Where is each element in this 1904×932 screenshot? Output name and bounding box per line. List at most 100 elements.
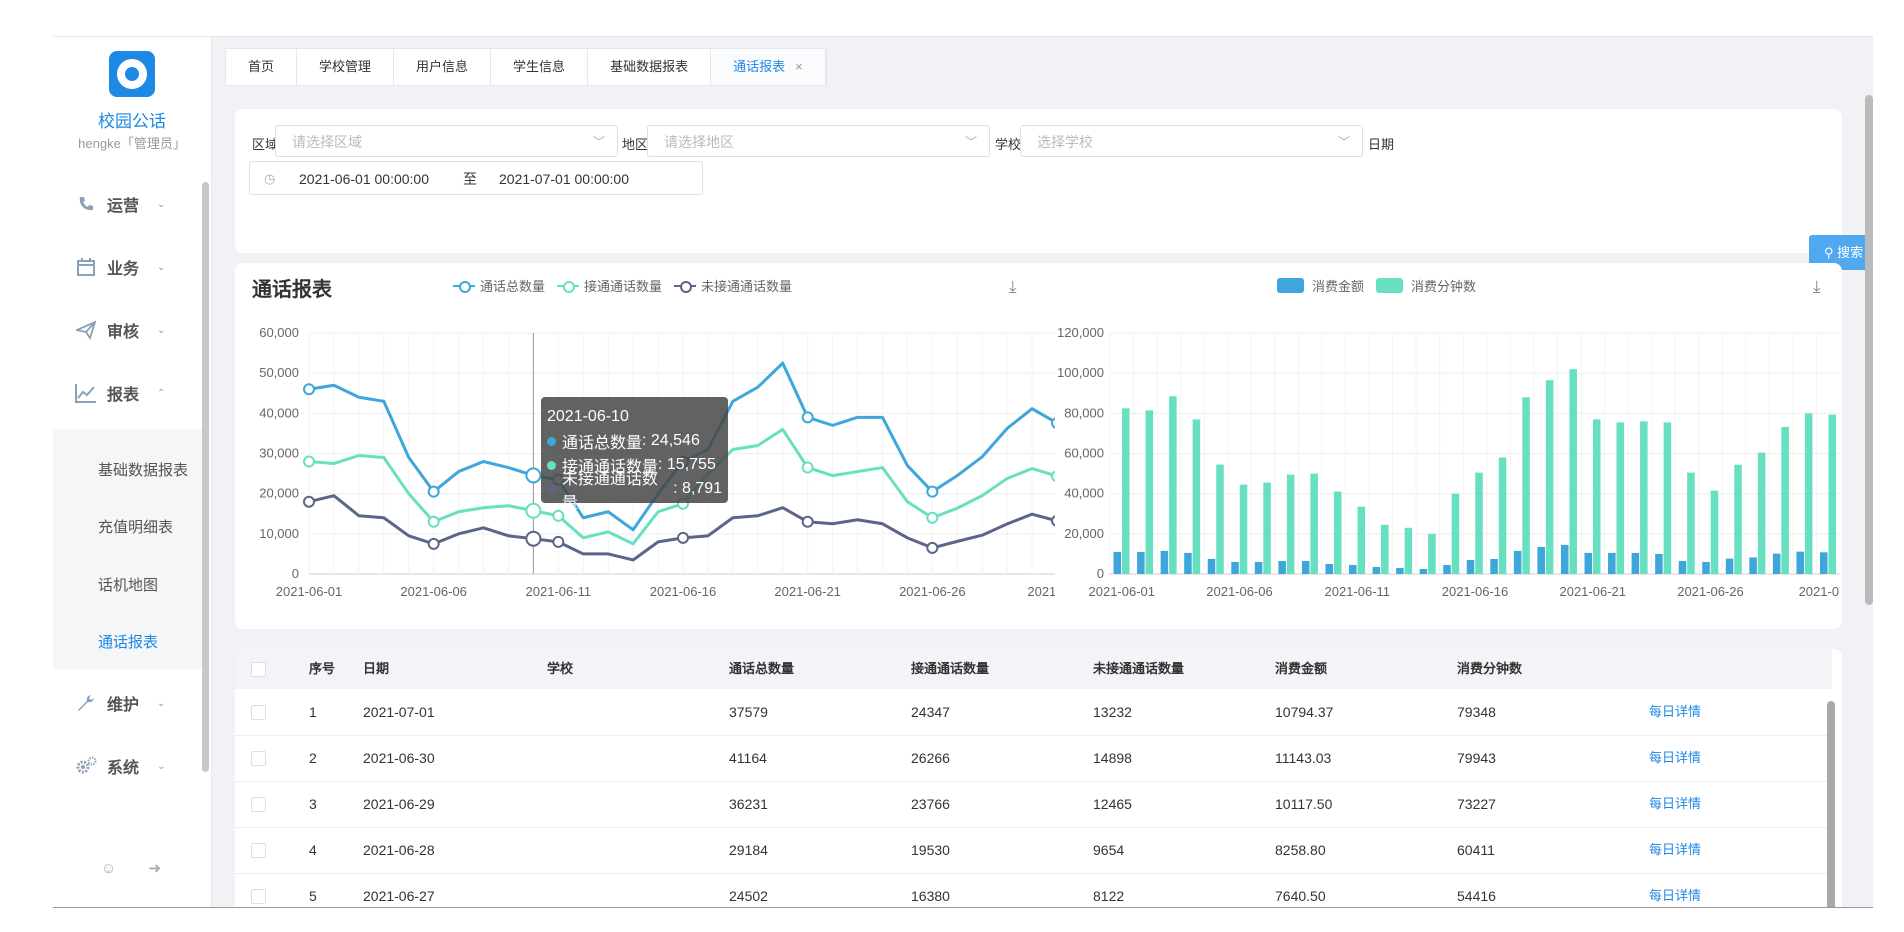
table-row[interactable]: 5 2021-06-27 24502 16380 8122 7640.50 54416 每日详… [235,873,1832,907]
table-row[interactable]: 2 2021-06-30 41164 26266 14898 11143.03 79943 每… [235,735,1832,782]
logout-icon[interactable]: ➜ [149,860,162,877]
row-checkbox[interactable] [251,889,266,904]
x-tick-label: 2021-06-01 [276,584,343,599]
chevron-down-icon: ⌄ [157,697,166,709]
cell-minutes: 79348 [1457,704,1496,720]
table-row[interactable]: 4 2021-06-28 29184 19530 9654 8258.80 60411 每日详… [235,827,1832,874]
bar-minutes [1122,408,1130,574]
data-point [801,411,814,424]
date-range-picker[interactable]: ◷ 2021-06-01 00:00:00 至 2021-07-01 00:00… [249,161,703,195]
daily-detail-link[interactable]: 每日详情 [1649,781,1701,827]
submenu-phone-map[interactable]: 话机地图 [98,574,158,595]
daily-detail-link[interactable]: 每日详情 [1649,735,1701,781]
select-all-checkbox[interactable] [251,662,266,677]
nav-item-business[interactable]: 业务 ⌄ [75,252,195,282]
daily-detail-link[interactable]: 每日详情 [1649,873,1701,907]
data-point [303,495,315,508]
tab-school-management[interactable]: 学校管理 [297,49,395,85]
district-select[interactable]: 请选择地区 ﹀ [647,125,990,157]
header-missed: 未接通通话数量 [1093,661,1185,676]
submenu-call-report[interactable]: 通话报表 [98,631,158,652]
data-point [926,511,939,524]
region-select[interactable]: 请选择区域 ﹀ [275,125,618,157]
search-label: 搜索 [1837,245,1864,260]
table-scrollbar[interactable] [1827,701,1835,907]
nav-item-system[interactable]: 系统 ⌄ [75,751,195,781]
reports-submenu: 基础数据报表 充值明细表 话机地图 通话报表 [53,429,205,669]
daily-detail-link[interactable]: 每日详情 [1649,689,1701,735]
bar-minutes [1192,419,1201,574]
submenu-basic-report[interactable]: 基础数据报表 [98,459,188,480]
submenu-recharge-detail[interactable]: 充值明细表 [98,516,173,537]
bar-amount [1396,567,1404,574]
nav-item-review[interactable]: 审核 ⌄ [75,315,195,345]
x-tick-label: 2021-07-0 [1799,584,1840,599]
cell-date: 2021-06-28 [363,842,435,858]
table-row[interactable]: 1 2021-07-01 37579 24347 13232 10794.37 79348 每… [235,689,1832,736]
cell-date: 2021-06-30 [363,750,435,766]
header-amount: 消费金额 [1275,661,1328,676]
cell-total: 41164 [729,750,767,766]
tab-basic-report[interactable]: 基础数据报表 [588,49,712,85]
close-icon[interactable]: × [795,59,803,74]
y-tick-label: 60,000 [1064,446,1104,461]
main-scrollbar[interactable] [1865,95,1873,605]
x-tick-label: 2021-06-06 [400,584,467,599]
cell-missed: 9654 [1093,842,1125,858]
bar-amount [1137,551,1145,574]
cell-index: 4 [309,842,317,858]
data-point [926,485,939,498]
tab-call-report[interactable]: 通话报表 × [711,49,826,85]
chevron-down-icon: ⌄ [157,261,166,273]
y-tick-label: 60,000 [259,325,299,340]
clock-icon: ◷ [264,171,276,186]
x-tick-label: 2021-06-21 [774,584,841,599]
bar-chart[interactable]: 120,000 100,000 80,000 60,000 40,000 20,000 0 2… [1040,263,1840,629]
phone-icon [75,193,97,215]
bar-amount [1537,546,1545,574]
daily-detail-link[interactable]: 每日详情 [1649,827,1701,873]
bar-minutes [1569,369,1577,574]
bar-amount [1184,552,1192,574]
bar-minutes [1757,452,1766,574]
chevron-down-icon: ⌄ [157,324,166,336]
row-checkbox[interactable] [251,843,266,858]
nav-item-operations[interactable]: 运营 ⌄ [75,189,195,219]
table-header: 序号 日期 学校 通话总数量 接通通话数量 未接通通话数量 消费金额 消费分钟数 [235,649,1832,689]
table-row[interactable]: 3 2021-06-29 36231 23766 12465 10117.50 73227 每… [235,781,1832,828]
tab-home[interactable]: 首页 [226,49,298,85]
bar-minutes [1451,493,1460,574]
bar-amount [1443,564,1451,574]
school-select[interactable]: 选择学校 ﹀ [1020,125,1363,157]
x-tick-label: 2021-06-21 [1559,584,1626,599]
tooltip-date: 2021-06-10 [547,408,629,425]
cell-amount: 11143.03 [1275,750,1332,766]
bar-amount [1160,550,1169,574]
bar-amount [1207,558,1216,574]
row-checkbox[interactable] [251,751,266,766]
bar-minutes [1828,414,1836,574]
user-circle-icon[interactable]: ☺ [101,860,116,877]
row-checkbox[interactable] [251,797,266,812]
cell-total: 36231 [729,796,768,812]
data-point [801,515,814,528]
y-tick-label: 80,000 [1064,405,1104,420]
cell-date: 2021-06-27 [363,888,435,904]
school-label: 学校 [995,137,1022,152]
date-end: 2021-07-01 00:00:00 [499,171,629,187]
tab-student-info[interactable]: 学生信息 [491,49,589,85]
nav-item-maintenance[interactable]: 维护 ⌄ [75,688,195,718]
bar-minutes [1286,474,1295,574]
header-total: 通话总数量 [729,661,795,676]
row-checkbox[interactable] [251,705,266,720]
bar-minutes [1687,472,1695,574]
nav-item-reports[interactable]: 报表 ⌃ [75,378,195,408]
district-label: 地区 [622,137,649,152]
sidebar-scrollbar[interactable] [202,182,209,772]
bar-minutes [1592,419,1601,574]
bar-minutes [1781,426,1789,574]
nav-label: 审核 [107,324,140,341]
bar-minutes [1710,490,1719,574]
date-separator: 至 [463,171,477,187]
tab-user-info[interactable]: 用户信息 [394,49,492,85]
